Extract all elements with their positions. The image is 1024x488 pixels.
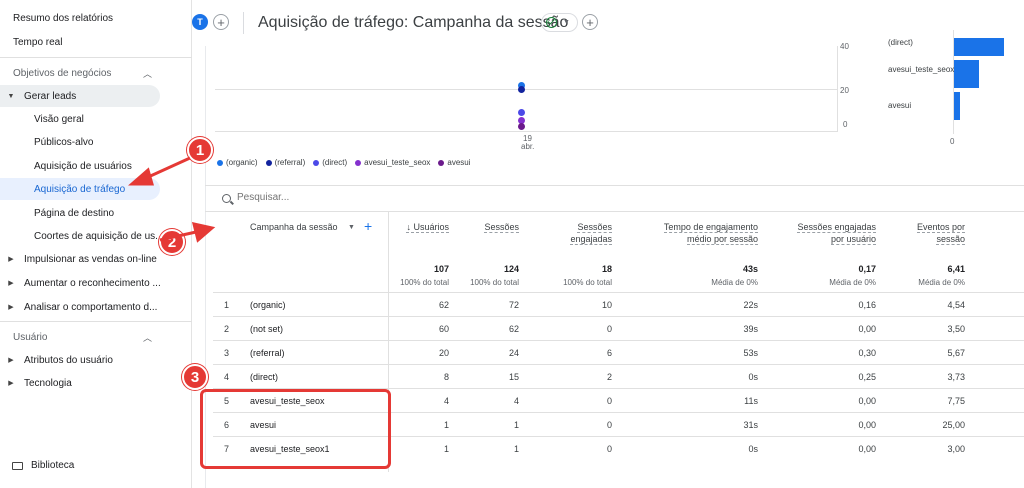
annotation-arrows [128, 156, 216, 243]
arrow-2 [159, 222, 216, 243]
arrow-1 [128, 156, 191, 186]
